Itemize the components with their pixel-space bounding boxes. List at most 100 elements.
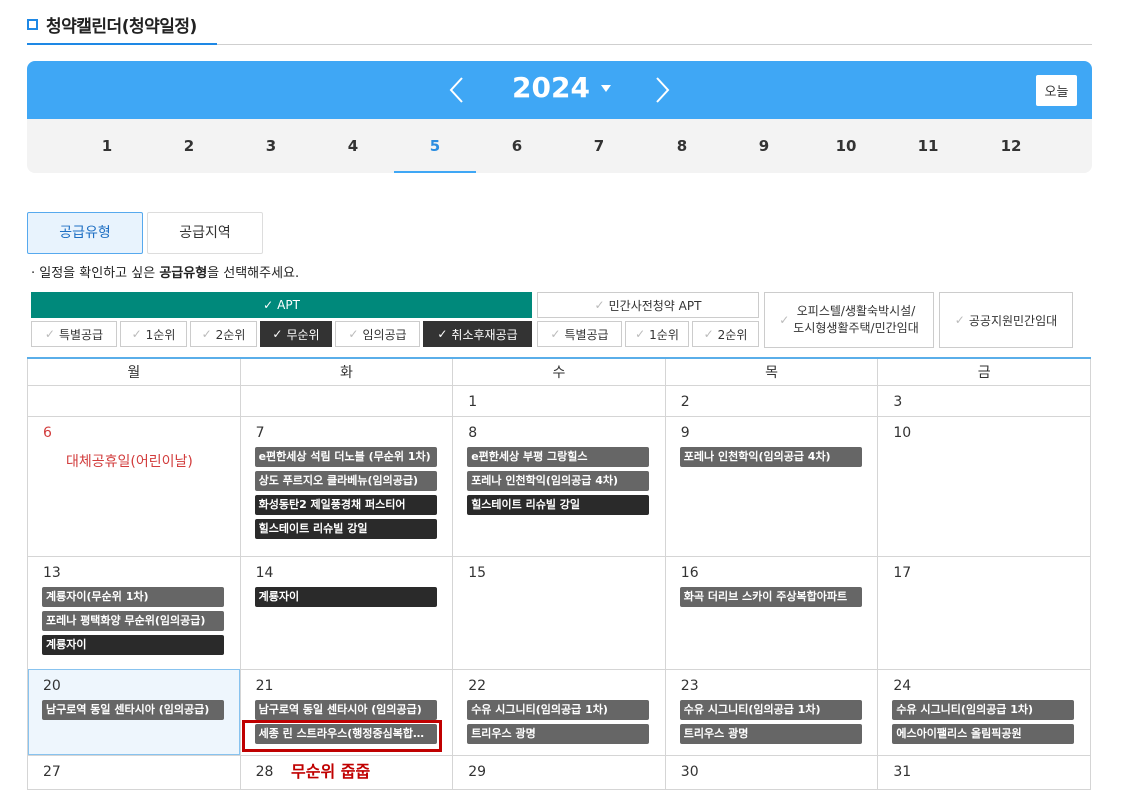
calendar: 월 화 수 목 금 1 2 3 6 대체공휴일(어린이날) 7 e편한세상 석림… xyxy=(27,357,1091,790)
month-tab-7[interactable]: 7 xyxy=(558,119,640,173)
check-icon: ✓ xyxy=(779,312,790,327)
event-item[interactable]: 힐스테이트 리슈빌 강일 xyxy=(254,518,437,539)
day-cell-10[interactable]: 10 xyxy=(877,415,1091,557)
week-row-3: 13 계룡자이(무순위 1차) 포레나 평택화양 무순위(임의공급) 계룡자이 … xyxy=(27,555,1091,670)
event-item[interactable]: 트리우스 광명 xyxy=(679,723,862,744)
filter-presale-second[interactable]: ✓ 2순위 xyxy=(692,321,759,347)
week-row-2: 6 대체공휴일(어린이날) 7 e편한세상 석림 더노블 (무순위 1차) 상도… xyxy=(27,415,1091,557)
check-icon: ✓ xyxy=(594,298,605,312)
filter-apt-unranked[interactable]: ✓ 무순위 xyxy=(260,321,332,347)
weekday-tue: 화 xyxy=(239,359,454,386)
event-item[interactable]: 남구로역 동일 센타시아 (임의공급) xyxy=(42,699,224,720)
day-cell-8[interactable]: 8 e편한세상 부평 그랑힐스 포레나 인천학익(임의공급 4차) 힐스테이트 … xyxy=(452,415,666,557)
month-tab-9[interactable]: 9 xyxy=(723,119,805,173)
filter-presale-apt[interactable]: ✓ 민간사전청약 APT xyxy=(537,292,759,318)
tab-supply-region[interactable]: 공급지역 xyxy=(147,212,263,254)
event-item[interactable]: 수유 시그니티(임의공급 1차) xyxy=(892,699,1075,720)
day-cell-6[interactable]: 6 대체공휴일(어린이날) xyxy=(27,415,241,557)
day-cell[interactable]: 1 xyxy=(452,384,666,417)
day-cell[interactable] xyxy=(239,384,454,417)
month-tabs: 1 2 3 4 5 6 7 8 9 10 11 12 xyxy=(27,119,1092,173)
year-dropdown-caret-icon[interactable] xyxy=(601,85,611,92)
page-title-text: 청약캘린더(청약일정) xyxy=(46,17,197,37)
filter-apt-special[interactable]: ✓ 특별공급 xyxy=(31,321,117,347)
day-cell-9[interactable]: 9 포레나 인천학익(임의공급 4차) xyxy=(664,415,879,557)
event-item[interactable]: 수유 시그니티(임의공급 1차) xyxy=(467,699,650,720)
day-cell-23[interactable]: 23 수유 시그니티(임의공급 1차) 트리우스 광명 xyxy=(664,668,879,756)
month-tab-4[interactable]: 4 xyxy=(312,119,394,173)
check-icon: ✓ xyxy=(272,327,283,341)
event-item[interactable]: 남구로역 동일 센타시아 (임의공급) xyxy=(254,699,437,720)
tab-supply-type[interactable]: 공급유형 xyxy=(27,212,143,254)
filter-presale-first[interactable]: ✓ 1순위 xyxy=(625,321,689,347)
day-cell[interactable]: 3 xyxy=(877,384,1091,417)
event-item[interactable]: 계룡자이 xyxy=(42,634,224,655)
event-item[interactable]: 포레나 평택화양 무순위(임의공급) xyxy=(42,610,224,631)
event-item[interactable]: 에스아이팰리스 올림픽공원 xyxy=(892,723,1075,744)
event-item[interactable]: 트리우스 광명 xyxy=(467,723,650,744)
month-tab-2[interactable]: 2 xyxy=(148,119,230,173)
day-cell[interactable]: 30 xyxy=(664,754,879,790)
day-cell-16[interactable]: 16 화곡 더리브 스카이 주상복합아파트 xyxy=(664,555,879,670)
check-icon: ✓ xyxy=(635,327,646,341)
day-cell[interactable] xyxy=(27,384,241,417)
month-tab-10[interactable]: 10 xyxy=(805,119,887,173)
month-tab-12[interactable]: 12 xyxy=(970,119,1052,173)
check-icon: ✓ xyxy=(201,327,212,341)
event-item[interactable]: 힐스테이트 리슈빌 강일 xyxy=(467,494,650,515)
day-cell-14[interactable]: 14 계룡자이 xyxy=(239,555,454,670)
filter-apt-second[interactable]: ✓ 2순위 xyxy=(190,321,257,347)
week-row-1: 1 2 3 xyxy=(27,384,1091,417)
event-item[interactable]: 포레나 인천학익(임의공급 4차) xyxy=(679,446,862,467)
filter-officetel[interactable]: ✓ 오피스텔/생활숙박시설/도시형생활주택/민간임대 xyxy=(764,292,934,348)
event-item[interactable]: 계룡자이(무순위 1차) xyxy=(42,586,224,607)
filter-apt-arbitrary[interactable]: ✓ 임의공급 xyxy=(335,321,420,347)
event-item[interactable]: e편한세상 석림 더노블 (무순위 1차) xyxy=(254,446,437,467)
day-cell[interactable]: 29 xyxy=(452,754,666,790)
check-icon: ✓ xyxy=(348,327,359,341)
weekday-wed: 수 xyxy=(452,359,666,386)
day-cell-21[interactable]: 21 남구로역 동일 센타시아 (임의공급) 세종 린 스트라우스(행정중심복합… xyxy=(239,668,454,756)
day-cell-7[interactable]: 7 e편한세상 석림 더노블 (무순위 1차) 상도 푸르지오 클라베뉴(임의공… xyxy=(239,415,454,557)
event-item[interactable]: 계룡자이 xyxy=(254,586,437,607)
event-item[interactable]: 상도 푸르지오 클라베뉴(임의공급) xyxy=(254,470,437,491)
day-cell-24[interactable]: 24 수유 시그니티(임의공급 1차) 에스아이팰리스 올림픽공원 xyxy=(877,668,1091,756)
day-cell-22[interactable]: 22 수유 시그니티(임의공급 1차) 트리우스 광명 xyxy=(452,668,666,756)
month-tab-3[interactable]: 3 xyxy=(230,119,312,173)
day-cell-15[interactable]: 15 xyxy=(452,555,666,670)
next-year-chevron-right-icon[interactable] xyxy=(647,74,677,106)
prev-year-chevron-left-icon[interactable] xyxy=(442,74,472,106)
check-icon: ✓ xyxy=(550,327,561,341)
month-tab-5[interactable]: 5 xyxy=(394,119,476,173)
day-cell-13[interactable]: 13 계룡자이(무순위 1차) 포레나 평택화양 무순위(임의공급) 계룡자이 xyxy=(27,555,241,670)
month-tab-1[interactable]: 1 xyxy=(66,119,148,173)
event-item[interactable]: 포레나 인천학익(임의공급 4차) xyxy=(467,470,650,491)
title-square-icon xyxy=(27,19,38,30)
check-icon: ✓ xyxy=(703,327,714,341)
today-button[interactable]: 오늘 xyxy=(1036,75,1077,106)
event-item[interactable]: 수유 시그니티(임의공급 1차) xyxy=(679,699,862,720)
filter-public-rental[interactable]: ✓ 공공지원민간임대 xyxy=(939,292,1073,348)
day-cell[interactable]: 2 xyxy=(664,384,879,417)
event-item-highlighted[interactable]: 세종 린 스트라우스(행정중심복합도시) xyxy=(254,723,437,744)
day-cell-20-today[interactable]: 20 남구로역 동일 센타시아 (임의공급) xyxy=(27,668,241,756)
month-tab-11[interactable]: 11 xyxy=(887,119,969,173)
guide-text: · 일정을 확인하고 싶은 공급유형을 선택해주세요. xyxy=(31,266,300,281)
filter-apt-first[interactable]: ✓ 1순위 xyxy=(120,321,187,347)
filter-presale-special[interactable]: ✓ 특별공급 xyxy=(537,321,622,347)
check-icon: ✓ xyxy=(437,327,448,341)
event-item[interactable]: 화성동탄2 제일풍경채 퍼스티어 xyxy=(254,494,437,515)
month-tab-6[interactable]: 6 xyxy=(476,119,558,173)
check-icon: ✓ xyxy=(131,327,142,341)
check-icon: ✓ xyxy=(263,298,274,312)
day-cell-17[interactable]: 17 xyxy=(877,555,1091,670)
filter-apt-cancel-resupply[interactable]: ✓ 취소후재공급 xyxy=(423,321,532,347)
day-cell[interactable]: 27 xyxy=(27,754,241,790)
month-tab-8[interactable]: 8 xyxy=(641,119,723,173)
event-item[interactable]: 화곡 더리브 스카이 주상복합아파트 xyxy=(679,586,862,607)
day-cell[interactable]: 31 xyxy=(877,754,1091,790)
filter-apt[interactable]: ✓ APT xyxy=(31,292,532,318)
check-icon: ✓ xyxy=(954,313,965,327)
event-item[interactable]: e편한세상 부평 그랑힐스 xyxy=(467,446,650,467)
check-icon: ✓ xyxy=(44,327,55,341)
